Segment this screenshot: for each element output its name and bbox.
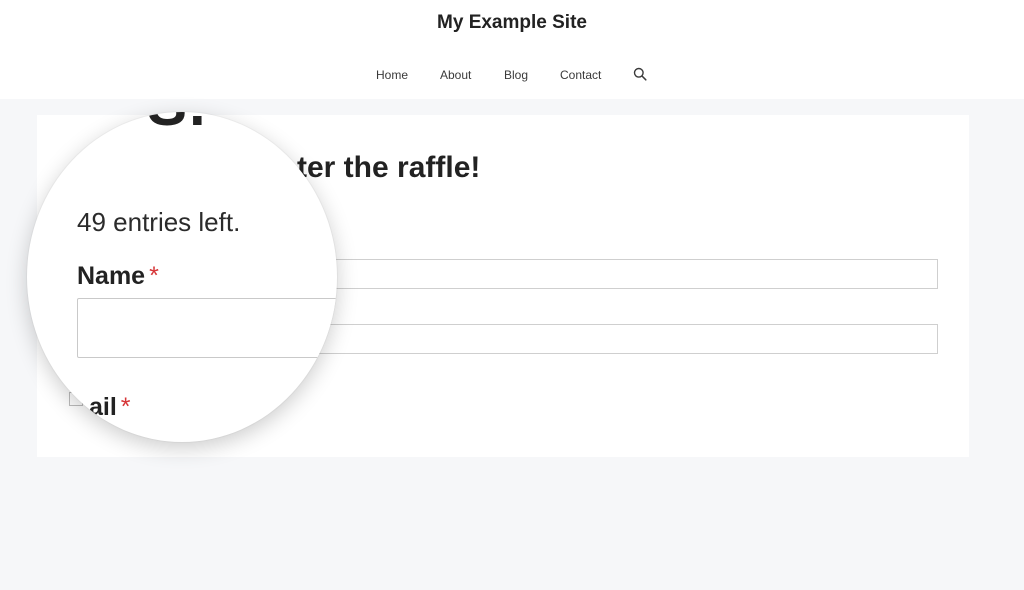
email-label: ail * — [89, 393, 131, 422]
nav-item-home[interactable]: Home — [376, 68, 408, 82]
name-label: Name * — [77, 262, 159, 291]
zoomed-heading-fragment: S. — [147, 112, 208, 139]
required-asterisk: * — [120, 393, 131, 421]
search-icon[interactable] — [633, 67, 649, 83]
nav-item-blog[interactable]: Blog — [504, 68, 528, 82]
main-nav: Home About Blog Contact — [0, 66, 1024, 86]
email-label-text: ail — [89, 393, 117, 421]
entries-left-text: 49 entries left. — [77, 207, 241, 237]
name-label-text: Name — [77, 262, 146, 290]
site-title[interactable]: My Example Site — [0, 12, 1024, 34]
form-heading: ter the raffle! — [297, 151, 481, 184]
nav-item-contact[interactable]: Contact — [560, 68, 601, 82]
required-asterisk: * — [149, 262, 159, 290]
site-header: My Example Site Home About Blog Contact — [0, 0, 1024, 99]
search-icon-glyph — [633, 67, 647, 81]
magnifier-lens: S. 49 entries left. Name* ail* — [27, 112, 337, 442]
email-input[interactable] — [297, 324, 938, 354]
name-input[interactable] — [297, 259, 938, 289]
nav-item-about[interactable]: About — [440, 68, 471, 82]
zoomed-name-input[interactable] — [77, 298, 337, 358]
